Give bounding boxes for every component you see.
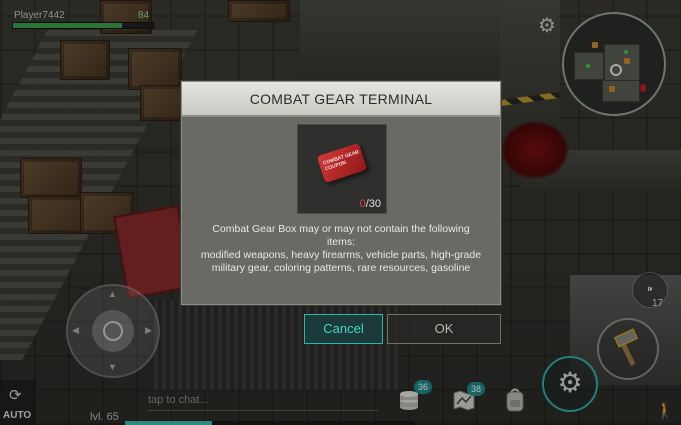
combat-gear-coupon-icon: COMBAT GEAR COUPON — [316, 142, 368, 184]
coupon-text: COMBAT GEAR COUPON — [322, 149, 360, 173]
ok-button[interactable]: OK — [387, 314, 501, 344]
dialog-title: COMBAT GEAR TERMINAL — [182, 82, 500, 117]
item-count: 0/30 — [360, 198, 381, 210]
description-item-list: modified weapons, heavy firearms, vehicl… — [200, 249, 482, 274]
required-item-slot[interactable]: COMBAT GEAR COUPON 0/30 — [297, 124, 387, 214]
combat-gear-terminal-dialog: COMBAT GEAR TERMINAL COMBAT GEAR COUPON … — [181, 81, 501, 305]
item-count-required: /30 — [365, 198, 381, 210]
dialog-description: Combat Gear Box may or may not contain t… — [198, 223, 484, 275]
cancel-button[interactable]: Cancel — [304, 314, 383, 344]
description-intro: Combat Gear Box may or may not contain t… — [212, 223, 470, 248]
